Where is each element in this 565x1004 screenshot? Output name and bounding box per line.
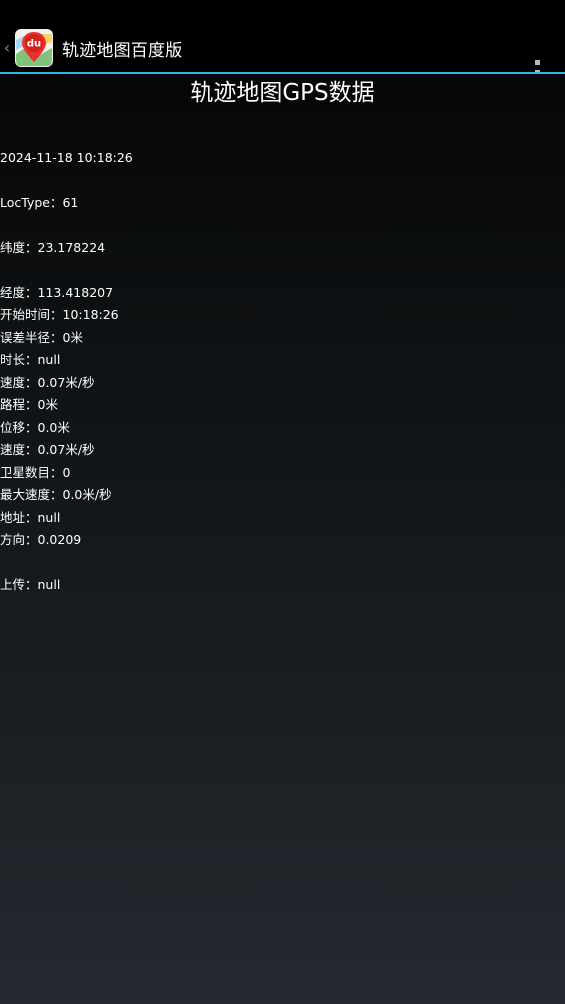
track-max-speed: 最大速度：0.0米/秒 — [0, 487, 112, 502]
track-start-time: 开始时间：10:18:26 — [0, 307, 119, 322]
action-bar: ‹ du 轨迹地图百度版 — [0, 24, 565, 84]
app-title: 轨迹地图百度版 — [62, 40, 183, 61]
back-chevron-icon: ‹ — [3, 38, 11, 57]
status-bar — [0, 0, 565, 24]
baidu-map-app-icon: du — [15, 29, 53, 67]
home-up-button[interactable]: ‹ du 轨迹地图百度版 — [0, 24, 182, 72]
menu-dot — [534, 60, 540, 65]
track-direction: 方向：0.0209 — [0, 532, 82, 547]
track-info: 开始时间：10:18:26 时长：null 路程：0米 速度：0.07米/秒 最… — [0, 277, 119, 622]
track-distance: 路程：0米 — [0, 397, 58, 412]
app-icon-text: du — [27, 39, 41, 50]
page-title: 轨迹地图GPS数据 — [190, 80, 375, 106]
location-latitude: 纬度：23.178224 — [0, 240, 106, 255]
track-speed: 速度：0.07米/秒 — [0, 442, 95, 457]
main-content: 轨迹地图GPS数据 2024-11-18 10:18:26 LocType：61… — [0, 74, 565, 1004]
track-upload: 上传：null — [0, 577, 61, 592]
location-loctype: LocType：61 — [0, 195, 79, 210]
location-time: 2024-11-18 10:18:26 — [0, 150, 133, 165]
track-duration: 时长：null — [0, 352, 61, 367]
